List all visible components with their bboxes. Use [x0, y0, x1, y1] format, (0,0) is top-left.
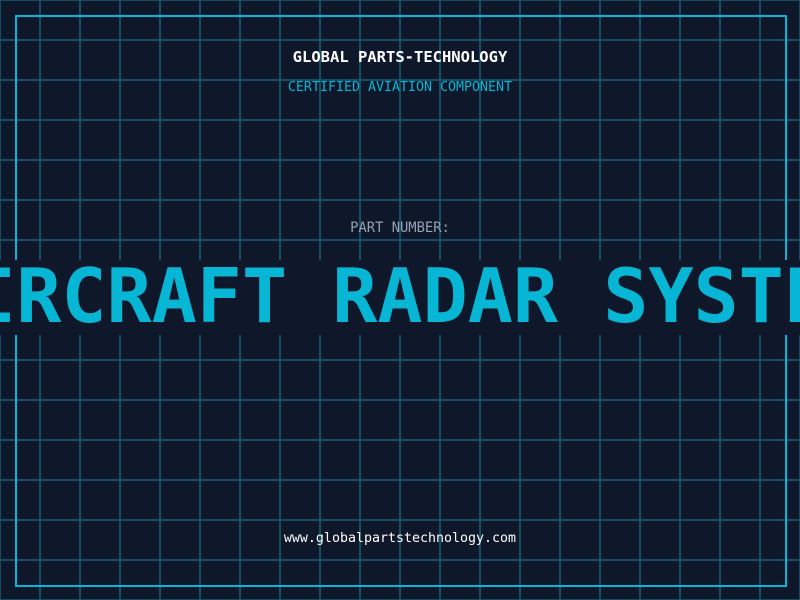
part-number-value: AIRCRAFT RADAR SYSTEM	[0, 260, 800, 335]
part-number-band: AIRCRAFT RADAR SYSTEM	[0, 260, 800, 335]
website-url: www.globalpartstechnology.com	[283, 531, 517, 546]
subtitle: CERTIFIED AVIATION COMPONENT	[287, 80, 513, 95]
company-name: GLOBAL PARTS-TECHNOLOGY	[292, 48, 508, 66]
part-number-label: PART NUMBER:	[350, 220, 450, 236]
